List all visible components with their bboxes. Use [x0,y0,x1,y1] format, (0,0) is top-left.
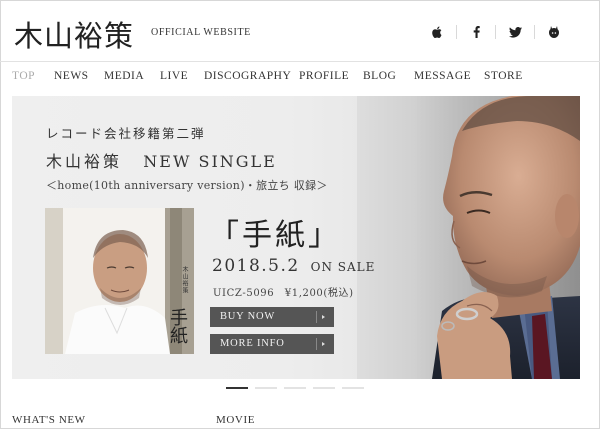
song-title: 「手紙」 [209,218,341,253]
slider-pagination [226,387,364,389]
jacket-artist-name: 木山裕策 [181,266,188,294]
slider-dot[interactable] [284,387,306,389]
arrow-right-icon [316,311,330,323]
single-label: NEW SINGLE [143,152,277,171]
arrow-right-icon [316,338,330,350]
release-date: 2018.5.2 [212,256,300,276]
hero-artist-name: 木山裕策 [46,152,123,171]
slider-dot[interactable] [226,387,248,389]
site-header: 木山裕策 OFFICIAL WEBSITE [0,0,600,62]
main-nav: TOP NEWS MEDIA LIVE DISCOGRAPHY PROFILE … [0,70,600,90]
slider-dot[interactable] [342,387,364,389]
release-info: 2018.5.2 ON SALE [212,256,375,276]
track-list: ＜home(10th anniversary version)・旅立ち 収録＞ [46,179,328,192]
twitter-icon[interactable] [496,24,534,40]
whats-new-heading: WHAT'S NEW [12,414,86,426]
nav-news[interactable]: NEWS [54,70,89,82]
facebook-icon[interactable] [457,24,495,40]
nav-store[interactable]: STORE [484,70,523,82]
hero-banner[interactable]: レコード会社移籍第二弾 木山裕策 NEW SINGLE ＜home(10th a… [12,96,580,379]
apple-icon[interactable] [418,24,456,40]
buy-now-button[interactable]: BUY NOW [210,307,334,327]
nav-profile[interactable]: PROFILE [299,70,349,82]
label-line: レコード会社移籍第二弾 [46,126,206,141]
nav-top[interactable]: TOP [12,70,35,82]
movie-heading: MOVIE [216,414,256,426]
slider-dot[interactable] [255,387,277,389]
single-title-line: 木山裕策 NEW SINGLE [46,148,277,172]
more-info-label: MORE INFO [220,338,285,349]
nav-message[interactable]: MESSAGE [414,70,471,82]
buy-now-label: BUY NOW [220,311,276,322]
nav-blog[interactable]: BLOG [363,70,396,82]
release-status: ON SALE [310,260,376,274]
slider-dot[interactable] [313,387,335,389]
nav-discography[interactable]: DISCOGRAPHY [204,70,291,82]
more-info-button[interactable]: MORE INFO [210,334,334,354]
fan-club-icon[interactable] [535,24,573,40]
nav-live[interactable]: LIVE [160,70,188,82]
site-logo[interactable]: 木山裕策 [14,13,134,55]
social-links [418,24,573,40]
catalog-price: UICZ-5096 ¥1,200(税込) [213,288,354,299]
site-label: OFFICIAL WEBSITE [151,27,251,38]
nav-media[interactable]: MEDIA [104,70,144,82]
single-jacket-image[interactable]: 木山裕策 手紙 [45,208,194,354]
jacket-title: 手紙 [167,308,188,344]
